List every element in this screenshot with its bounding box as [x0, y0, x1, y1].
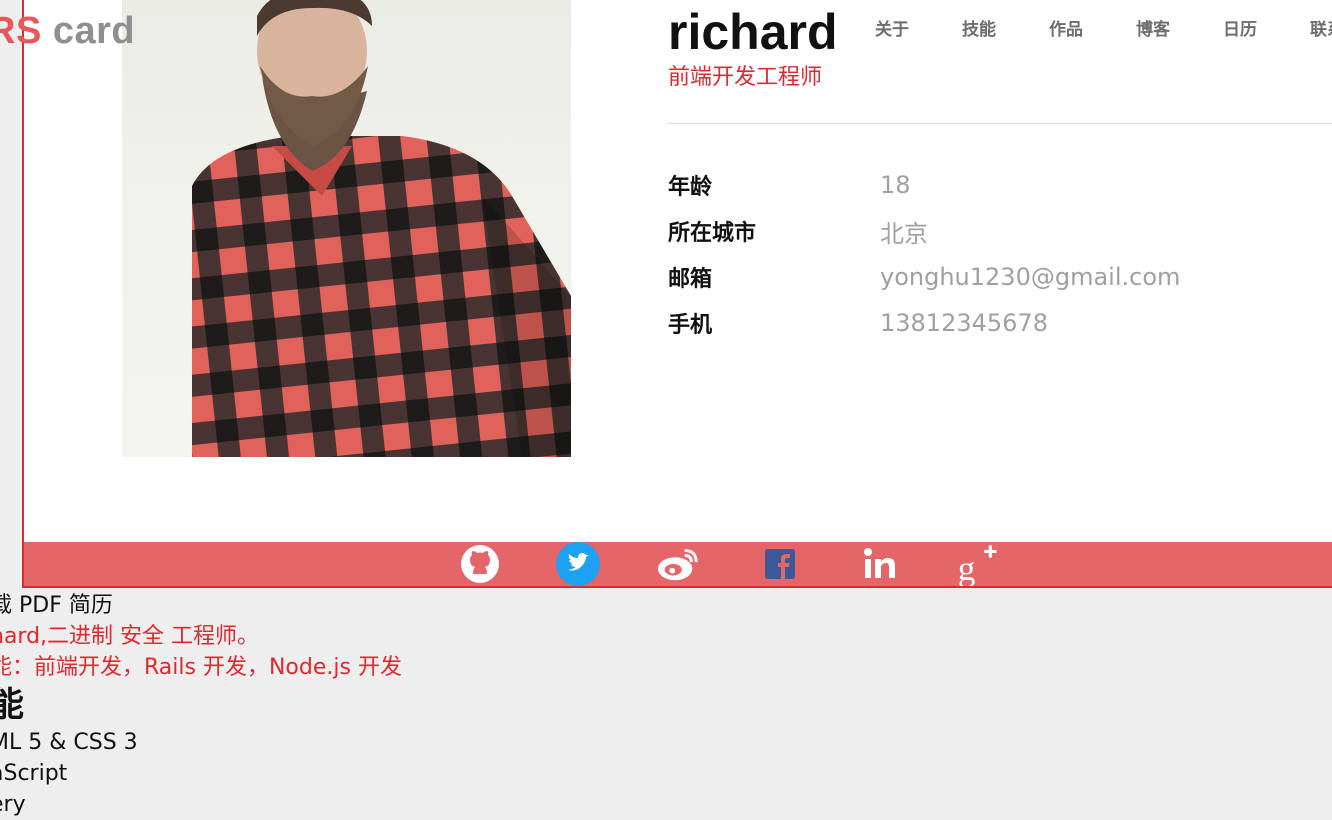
- twitter-icon[interactable]: [556, 542, 600, 586]
- weibo-icon[interactable]: [656, 542, 700, 586]
- logo-rs: RS: [0, 10, 42, 52]
- skills-summary: 能：前端开发，Rails 开发，Node.js 开发: [0, 655, 402, 680]
- portrait-image: [192, 0, 571, 457]
- nav-blog[interactable]: 博客: [1136, 18, 1223, 42]
- info-value: 北京: [880, 219, 928, 248]
- profile-name: richard: [668, 4, 838, 60]
- info-label: 年龄: [668, 175, 713, 200]
- google-plus-icon[interactable]: g: [956, 542, 1000, 586]
- info-value: 13812345678: [880, 309, 1048, 337]
- info-value: 18: [880, 171, 911, 199]
- site-logo[interactable]: RS card: [0, 8, 135, 54]
- nav-works[interactable]: 作品: [1049, 18, 1136, 42]
- overflow-content: 载 PDF 简历 hard,二进制 安全 工程师。 能：前端开发，Rails 开…: [0, 590, 402, 820]
- info-row-age: 年龄 18: [668, 162, 1180, 208]
- top-nav: 关于 技能 作品 博客 日历 联系方: [875, 18, 1332, 42]
- skills-heading: 能: [0, 685, 24, 725]
- nav-skills[interactable]: 技能: [962, 18, 1049, 42]
- info-row-email: 邮箱 yonghu1230@gmail.com: [668, 254, 1180, 300]
- info-label: 所在城市: [668, 221, 757, 246]
- resume-card: richard 前端开发工程师 关于 技能 作品 博客 日历 联系方 年龄 18…: [22, 0, 1332, 588]
- skill-item: ery: [0, 792, 26, 817]
- svg-text:g: g: [958, 549, 976, 586]
- profile-photo: [122, 0, 571, 457]
- info-row-phone: 手机 13812345678: [668, 300, 1180, 346]
- info-label: 邮箱: [668, 267, 713, 292]
- info-row-city: 所在城市 北京: [668, 208, 1180, 254]
- info-value: yonghu1230@gmail.com: [880, 263, 1181, 291]
- info-label: 手机: [668, 313, 713, 338]
- info-list: 年龄 18 所在城市 北京 邮箱 yonghu1230@gmail.com 手机…: [668, 162, 1180, 346]
- facebook-icon[interactable]: [758, 542, 802, 586]
- nav-contact[interactable]: 联系方: [1310, 18, 1332, 42]
- intro-text: hard,二进制 安全 工程师。: [0, 624, 260, 649]
- nav-calendar[interactable]: 日历: [1223, 18, 1310, 42]
- download-pdf-link[interactable]: 载 PDF 简历: [0, 590, 402, 621]
- github-icon[interactable]: [458, 542, 502, 586]
- profile-title: 前端开发工程师: [668, 65, 823, 90]
- nav-about[interactable]: 关于: [875, 18, 962, 42]
- social-bar: g: [24, 542, 1332, 586]
- skill-item: aScript: [0, 761, 68, 786]
- header-divider: [668, 123, 1332, 124]
- logo-card: card: [41, 10, 136, 52]
- linkedin-icon[interactable]: [858, 542, 902, 586]
- skill-item: ML 5 & CSS 3: [0, 730, 138, 755]
